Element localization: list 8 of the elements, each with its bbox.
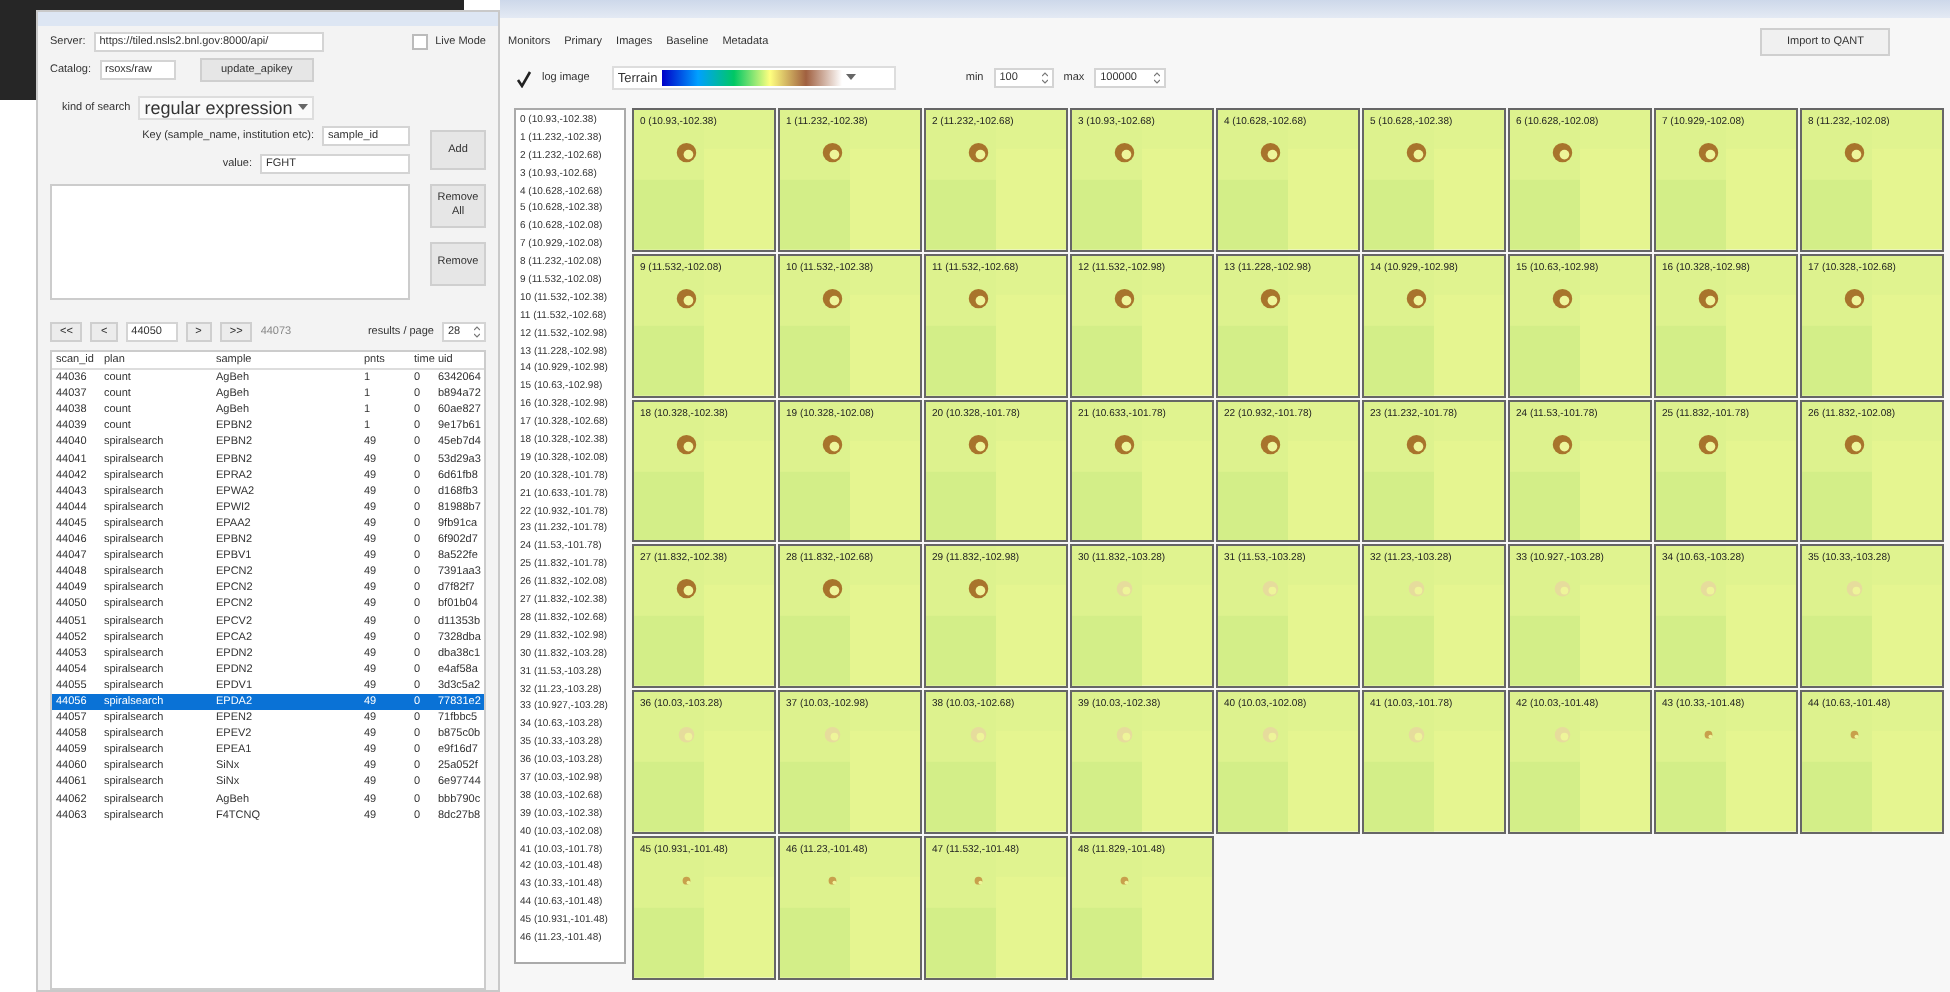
caret-icon: [845, 74, 856, 82]
caret-icon: [298, 104, 309, 112]
log-image-checkbox[interactable]: [516, 69, 532, 87]
spinner-icon[interactable]: [1041, 72, 1048, 84]
spinner-icon[interactable]: [1154, 72, 1161, 84]
live-mode-checkbox[interactable]: [411, 34, 428, 50]
search-kind-dropdown[interactable]: regular expression: [138, 96, 315, 120]
spinner-icon[interactable]: [474, 326, 480, 338]
